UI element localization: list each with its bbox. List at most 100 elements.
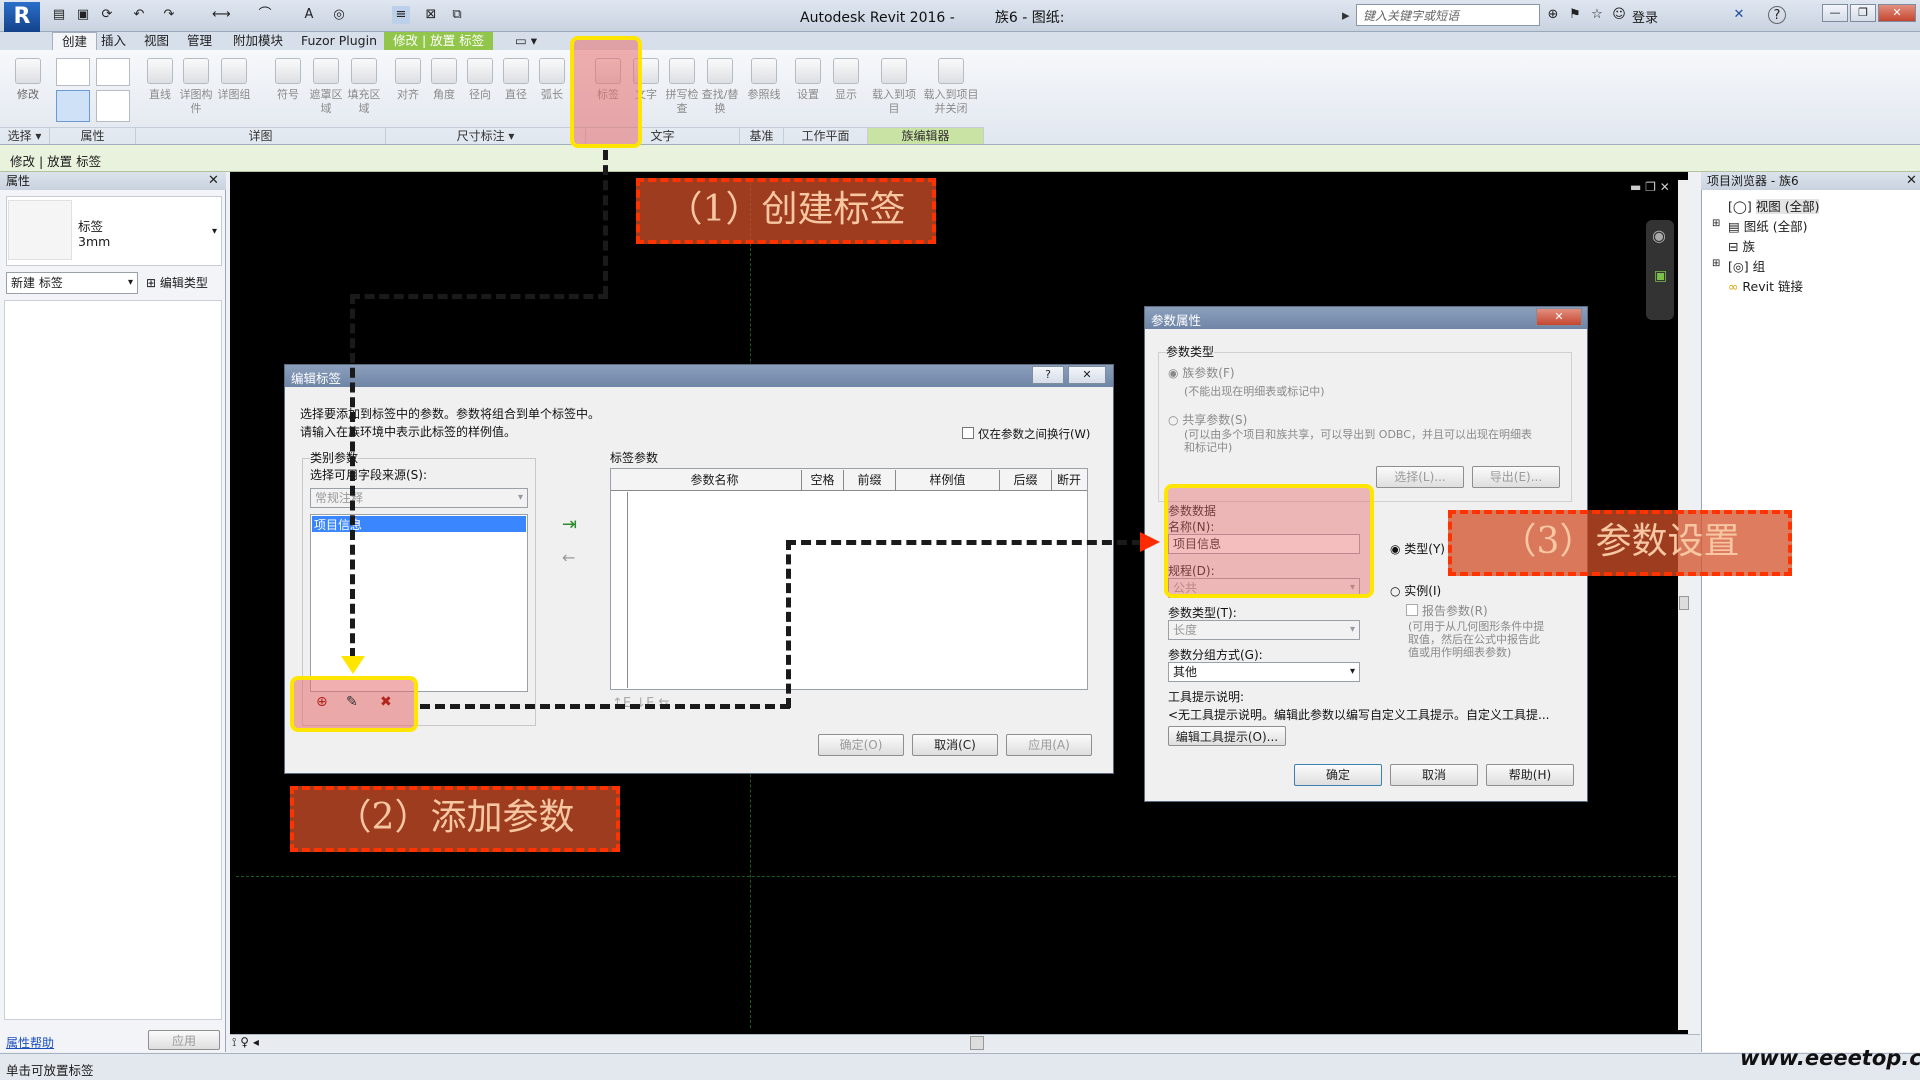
user-icon[interactable]: ☺ — [1610, 6, 1628, 24]
shared-select-button[interactable]: 选择(L)... — [1376, 466, 1464, 488]
redo-icon[interactable]: ↷ — [160, 6, 178, 24]
dimension-icon[interactable]: ⌒ — [256, 6, 274, 24]
col-suffix[interactable]: 后缀 — [1000, 470, 1052, 490]
panel-dimension[interactable]: 尺寸标注 ▾ — [386, 127, 586, 144]
properties-grid[interactable] — [4, 300, 222, 1020]
family-param-radio[interactable]: ◉ 族参数(F) — [1168, 364, 1235, 381]
browser-item-views[interactable]: [◯] 视图 (全部) — [1728, 196, 1820, 215]
properties-toggle-icon[interactable] — [56, 90, 90, 122]
edit-label-cancel-button[interactable]: 取消(C) — [912, 734, 998, 756]
tab-create[interactable]: 创建 — [52, 32, 98, 50]
browser-item-families[interactable]: ⊟ 族 — [1728, 236, 1755, 255]
search-input[interactable]: 键入关键字或短语 — [1356, 4, 1540, 26]
undo-icon[interactable]: ↶ — [130, 6, 148, 24]
ribbon-line-button[interactable]: 直线 — [140, 56, 180, 132]
param-help-button[interactable]: 帮助(H) — [1486, 764, 1574, 786]
tab-fuzor-plugin[interactable]: Fuzor Plugin — [292, 32, 386, 50]
exchange-apps-icon[interactable]: ✕ — [1730, 6, 1748, 24]
label-params-table[interactable] — [610, 468, 1088, 690]
edit-type-button[interactable]: ⊞ 编辑类型 — [146, 274, 208, 291]
ribbon-detail-group-button[interactable]: 详图组 — [214, 56, 254, 132]
family-types-icon[interactable] — [56, 58, 90, 86]
col-sample-value[interactable]: 样例值 — [896, 470, 1000, 490]
panel-select[interactable]: 选择 ▾ — [0, 127, 50, 144]
steering-wheel-icon[interactable]: ◉ — [1652, 226, 1666, 245]
field-item-project-info[interactable]: 项目信息 — [312, 516, 526, 532]
ribbon-set-workplane-button[interactable]: 设置 — [788, 56, 828, 132]
col-prefix[interactable]: 前缀 — [844, 470, 896, 490]
browser-close-icon[interactable]: ✕ — [1906, 173, 1917, 188]
canvas-vscroll-thumb[interactable] — [1679, 596, 1689, 610]
zoom-icon[interactable]: ▣ — [1654, 268, 1667, 284]
favorites-icon[interactable]: ☆ — [1588, 6, 1606, 24]
col-spaces[interactable]: 空格 — [802, 470, 844, 490]
subscription-icon[interactable]: ⚑ — [1566, 6, 1584, 24]
edit-label-apply-button[interactable]: 应用(A) — [1006, 734, 1092, 756]
login-link[interactable]: 登录 — [1632, 7, 1658, 26]
type-radio[interactable]: ◉ 类型(Y) — [1390, 540, 1445, 557]
parameter-properties-close-icon[interactable]: ✕ — [1536, 308, 1582, 326]
view-3d-icon[interactable]: ◎ — [330, 6, 348, 24]
properties-close-icon[interactable]: ✕ — [208, 173, 219, 188]
help-icon[interactable]: ? — [1768, 6, 1786, 24]
ribbon-masking-region-button[interactable]: 遮罩区域 — [306, 56, 346, 132]
ribbon-aligned-button[interactable]: 对齐 — [388, 56, 428, 132]
tab-view[interactable]: 视图 — [135, 32, 178, 50]
ribbon-filled-region-button[interactable]: 填充区域 — [344, 56, 384, 132]
close-windows-icon[interactable]: ⊠ — [422, 6, 440, 24]
tab-modify-place-label[interactable]: 修改 | 放置 标签 — [384, 32, 494, 50]
report-param-checkbox[interactable] — [1406, 604, 1418, 616]
ribbon-load-close-button[interactable]: 载入到项目并关闭 — [920, 56, 982, 132]
edit-param-icon[interactable]: ✎ — [346, 694, 358, 710]
text-icon[interactable]: A — [300, 6, 318, 24]
measure-icon[interactable]: ⟷ — [212, 6, 231, 24]
source-select[interactable]: 常规注释 ▾ — [310, 488, 528, 508]
properties-apply-button[interactable]: 应用 — [148, 1030, 220, 1050]
expand-sheets-icon[interactable]: ⊞ — [1712, 218, 1720, 229]
ribbon-detail-component-button[interactable]: 详图构件 — [176, 56, 216, 132]
visibility-icon[interactable] — [96, 90, 130, 122]
properties-help-link[interactable]: 属性帮助 — [6, 1034, 54, 1051]
ribbon-show-workplane-button[interactable]: 显示 — [826, 56, 866, 132]
ribbon-arc-length-button[interactable]: 弧长 — [532, 56, 572, 132]
ribbon-diameter-button[interactable]: 直径 — [496, 56, 536, 132]
ribbon-angular-button[interactable]: 角度 — [424, 56, 464, 132]
save-icon[interactable]: ▣ — [74, 6, 92, 24]
close-icon[interactable]: ✕ — [1878, 4, 1916, 22]
param-type-select[interactable]: 长度 ▾ — [1168, 620, 1360, 640]
sync-icon[interactable]: ⟳ — [98, 6, 116, 24]
thin-lines-icon[interactable]: ≡ — [392, 6, 410, 24]
revit-app-menu-button[interactable]: R — [4, 2, 40, 32]
new-param-icon[interactable]: ⊕ — [316, 694, 328, 710]
tab-manage[interactable]: 管理 — [178, 32, 221, 50]
canvas-hscroll-thumb[interactable] — [970, 1036, 984, 1050]
param-ok-button[interactable]: 确定 — [1294, 764, 1382, 786]
browser-item-revit-links[interactable]: ∞ Revit 链接 — [1728, 276, 1803, 295]
group-select[interactable]: 其他 ▾ — [1168, 662, 1360, 682]
instance-radio[interactable]: ○ 实例(I) — [1390, 582, 1441, 599]
ribbon-symbol-button[interactable]: 符号 — [268, 56, 308, 132]
search-expand-icon[interactable]: ▸ — [1342, 6, 1350, 24]
edit-label-help-icon[interactable]: ? — [1032, 366, 1064, 384]
tab-addins[interactable]: 附加模块 — [224, 32, 292, 50]
add-to-label-icon[interactable]: ⇥ — [562, 514, 577, 535]
browser-item-groups[interactable]: [◎] 组 — [1728, 256, 1765, 275]
delete-param-icon[interactable]: ✖ — [380, 694, 392, 710]
open-icon[interactable]: ▤ — [50, 6, 68, 24]
edit-label-ok-button[interactable]: 确定(O) — [818, 734, 904, 756]
edit-label-close-icon[interactable]: ✕ — [1068, 366, 1106, 384]
ribbon-find-replace-button[interactable]: 查找/替换 — [700, 56, 740, 132]
instance-type-select[interactable]: 新建 标签 ▾ — [6, 272, 138, 294]
switch-windows-icon[interactable]: ⧉ — [448, 6, 466, 24]
expand-groups-icon[interactable]: ⊞ — [1712, 258, 1720, 269]
edit-tooltip-button[interactable]: 编辑工具提示(O)... — [1168, 726, 1286, 746]
browser-item-sheets[interactable]: ▤ 图纸 (全部) — [1728, 216, 1808, 235]
param-cancel-button[interactable]: 取消 — [1390, 764, 1478, 786]
ribbon-radial-button[interactable]: 径向 — [460, 56, 500, 132]
tab-overflow-icon[interactable]: ▭ ▾ — [506, 32, 546, 50]
view-scale-icon[interactable]: ⟟ ♀ ◂ — [232, 1035, 259, 1050]
restore-icon[interactable]: ❐ — [1850, 4, 1876, 22]
ribbon-spelling-button[interactable]: 拼写检查 — [662, 56, 702, 132]
remove-from-label-icon[interactable]: ← — [562, 548, 575, 567]
wrap-between-params-checkbox[interactable] — [962, 427, 974, 439]
